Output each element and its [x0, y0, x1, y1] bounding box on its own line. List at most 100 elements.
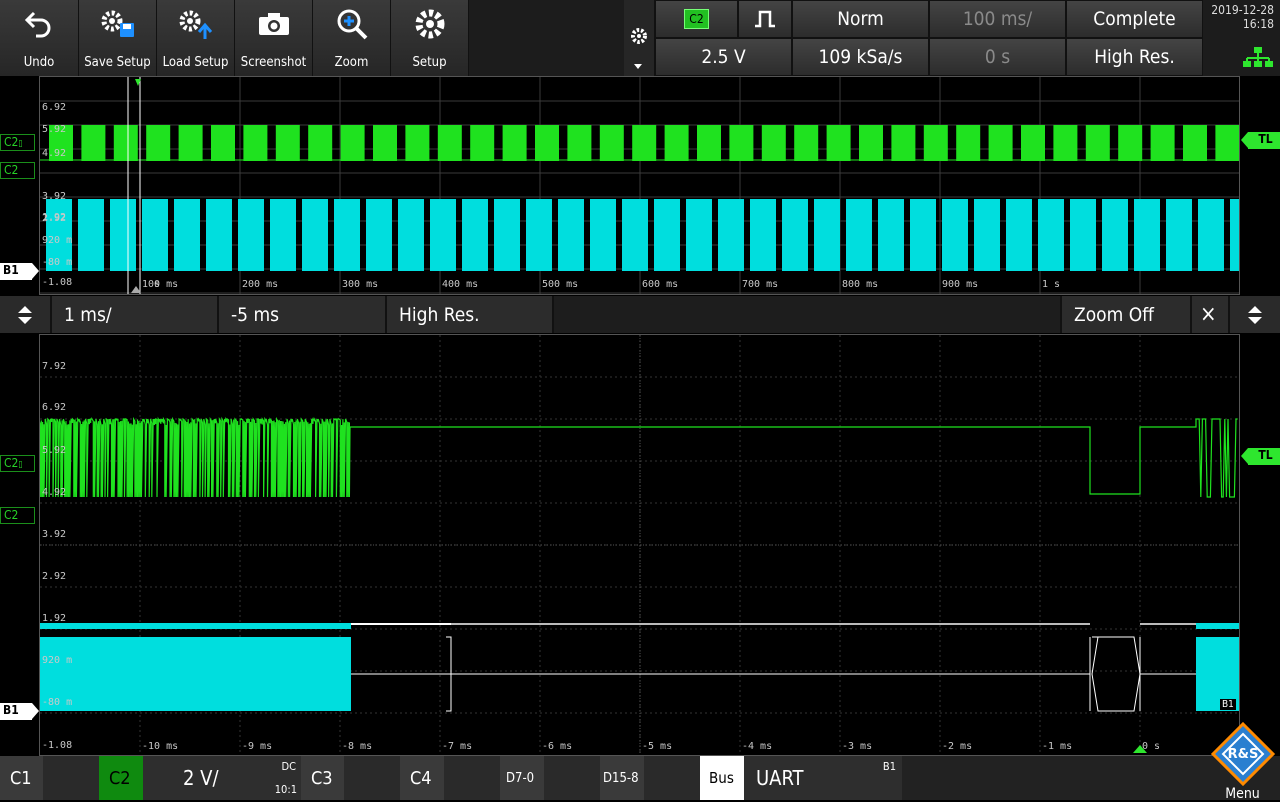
c2-probe-ratio: 10:1: [274, 783, 297, 796]
bus-button[interactable]: Bus: [700, 756, 744, 800]
zoom-timebase[interactable]: 1 ms/: [52, 296, 219, 333]
screenshot-button[interactable]: Screenshot: [235, 0, 313, 76]
toolbar-spacer: [469, 0, 625, 76]
menu-button[interactable]: R&S Menu: [1205, 722, 1280, 802]
close-zoom-icon[interactable]: ×: [1192, 296, 1230, 333]
overview-b1-tag[interactable]: B1: [0, 263, 32, 280]
bus-segment: [1102, 199, 1128, 271]
bus-segment: [110, 199, 136, 271]
zoom-trigger-level-tag[interactable]: TL: [1248, 448, 1280, 465]
zoom-position[interactable]: -5 ms: [219, 296, 387, 333]
zoom-c2-offset-tag[interactable]: C2▯: [0, 455, 35, 472]
bus-tag: B1: [882, 760, 896, 773]
zoom-button[interactable]: Zoom: [313, 0, 391, 76]
c2-pulse: [1053, 125, 1078, 161]
c2-pulse: [340, 125, 365, 161]
zoom-resolution[interactable]: High Res.: [387, 296, 554, 333]
channel-c1-button[interactable]: C1: [0, 756, 43, 800]
zoom-scroll-right-button[interactable]: [1230, 296, 1280, 333]
digital-d15-8-button[interactable]: D15-8: [600, 756, 644, 800]
pulse-icon: [755, 10, 775, 28]
digital-d7-0-button[interactable]: D7-0: [500, 756, 544, 800]
overview-c2-offset-tag[interactable]: C2▯: [0, 134, 35, 151]
resolution-cell[interactable]: High Res.: [1066, 38, 1203, 76]
channel-c2-scale[interactable]: 2 V/ DC 10:1: [143, 756, 301, 800]
bus-segment: [1198, 199, 1224, 271]
x-tick-label: 800 ms: [842, 279, 879, 290]
trigger-settings-button[interactable]: [624, 0, 655, 76]
bus-segment: [718, 199, 744, 271]
x-tick-label: 400 ms: [442, 279, 479, 290]
bus-segment: [878, 199, 904, 271]
y-tick-label: 1.92: [42, 212, 67, 223]
zoom-diagram[interactable]: 7.92 6.92 5.92 4.92 3.92 2.92 1.92 920 m -80 m -1…: [39, 334, 1240, 756]
digital-d7-0-info: [544, 756, 600, 800]
save-setup-button[interactable]: Save Setup: [79, 0, 157, 76]
c2-pulse: [178, 125, 203, 161]
chevron-down-icon: [634, 64, 642, 69]
acquisition-state-cell[interactable]: Complete: [1066, 0, 1203, 38]
b1-marker-arrow: [32, 703, 39, 719]
trigger-source-cell[interactable]: C2: [655, 0, 738, 38]
overview-trigger-level-tag[interactable]: TL: [1248, 132, 1280, 149]
trigger-level-cell[interactable]: 2.5 V: [655, 38, 792, 76]
zoom-b1-tag[interactable]: B1: [0, 703, 32, 720]
setup-button[interactable]: Setup: [391, 0, 469, 76]
rohde-schwarz-logo-icon: R&S: [1210, 722, 1276, 786]
bus-segment: [622, 199, 648, 271]
c2-pulse: [729, 125, 754, 161]
bus-segment: [206, 199, 232, 271]
bus-segment: [1070, 199, 1096, 271]
bus-segment: [1038, 199, 1064, 271]
y-tick-label: 5.92: [42, 124, 67, 135]
bus-segment: [814, 199, 840, 271]
sample-rate-cell[interactable]: 109 kSa/s: [792, 38, 929, 76]
c2-pulse: [308, 125, 333, 161]
trigger-mode-cell[interactable]: Norm: [792, 0, 929, 38]
bus-activity-band: [40, 623, 351, 629]
trigger-slope-cell[interactable]: [738, 0, 792, 38]
channel-c2-button[interactable]: C2: [99, 756, 143, 800]
c2-pulse: [470, 125, 495, 161]
c2-pulse: [275, 125, 300, 161]
bus-segment: [526, 199, 552, 271]
bus-idle-line: [451, 623, 1090, 625]
zoom-off-button[interactable]: Zoom Off: [1062, 296, 1192, 333]
network-icon: [1243, 47, 1273, 67]
c2-scale-value: 2 V/: [183, 766, 219, 790]
bus-protocol[interactable]: UART B1: [744, 756, 902, 800]
load-setup-label: Load Setup: [162, 55, 229, 70]
save-setup-icon: [79, 6, 156, 42]
bus-segment: [654, 199, 680, 271]
x-tick-label: 0 s: [1142, 741, 1161, 752]
zoom-c2-level-tag[interactable]: C2: [0, 507, 35, 524]
c2-pulse: [664, 125, 689, 161]
bus-segment: [366, 199, 392, 271]
undo-button[interactable]: Undo: [0, 0, 79, 76]
horizontal-position-cell[interactable]: 0 s: [929, 38, 1066, 76]
c2-pulse: [794, 125, 819, 161]
bus-segment: [1134, 199, 1160, 271]
bus-segment: [590, 199, 616, 271]
bus-segment: [750, 199, 776, 271]
c2-pulse: [405, 125, 430, 161]
overview-c2-level-tag[interactable]: C2: [0, 162, 35, 179]
bus-idle-line: [351, 623, 451, 625]
channel-bar: C1 C2 2 V/ DC 10:1 C3 C4 D7-0 D15-8 Bus …: [0, 722, 1280, 802]
load-setup-button[interactable]: Load Setup: [157, 0, 235, 76]
c2-pulse: [826, 125, 851, 161]
timebase-cell[interactable]: 100 ms/: [929, 0, 1066, 38]
overview-diagram[interactable]: 6.92 5.92 4.92 3.92 2.92 1.92 920 m -80 m -1.08 …: [39, 76, 1240, 295]
bus-segment: [1166, 199, 1192, 271]
zoom-scroll-left-button[interactable]: [0, 296, 52, 333]
bus-segment: [974, 199, 1000, 271]
bus-segment: [910, 199, 936, 271]
y-tick-label: 2.92: [42, 571, 67, 582]
c2-pulse: [1183, 125, 1207, 161]
bus-protocol-value: UART: [756, 766, 804, 790]
c2-pulse: [599, 125, 624, 161]
channel-c4-button[interactable]: C4: [400, 756, 444, 800]
bus-segment: [494, 199, 520, 271]
channel-c3-button[interactable]: C3: [301, 756, 344, 800]
y-tick-label: -80 m: [42, 697, 73, 708]
